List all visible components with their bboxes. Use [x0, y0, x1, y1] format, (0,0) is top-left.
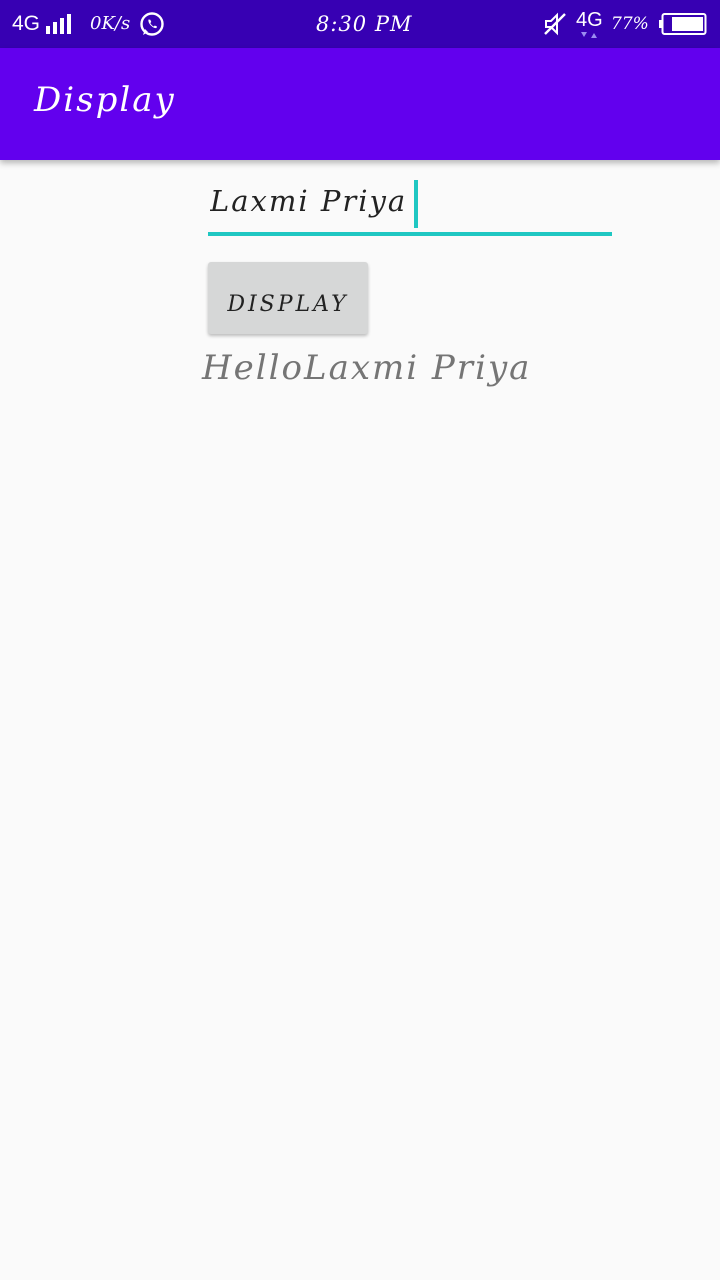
app-title: Display	[34, 80, 176, 120]
signal-icon	[46, 14, 71, 34]
app-bar: Display	[0, 48, 720, 160]
battery-percent: 77%	[611, 14, 649, 34]
clock: 8:30 PM	[316, 12, 413, 36]
data-arrows-icon	[581, 32, 597, 38]
greeting-text: HelloLaxmi Priya	[202, 348, 532, 388]
whatsapp-icon	[140, 12, 164, 36]
text-cursor	[414, 180, 418, 228]
display-button[interactable]: DISPLAY	[208, 262, 368, 334]
network-speed: 0K/s	[90, 13, 131, 34]
name-input[interactable]	[208, 176, 612, 236]
mute-icon	[544, 12, 566, 36]
network-type-left: 4G	[12, 12, 41, 35]
status-bar: 4G 0K/s 8:30 PM 4G 77%	[0, 0, 720, 48]
battery-icon	[659, 13, 707, 35]
